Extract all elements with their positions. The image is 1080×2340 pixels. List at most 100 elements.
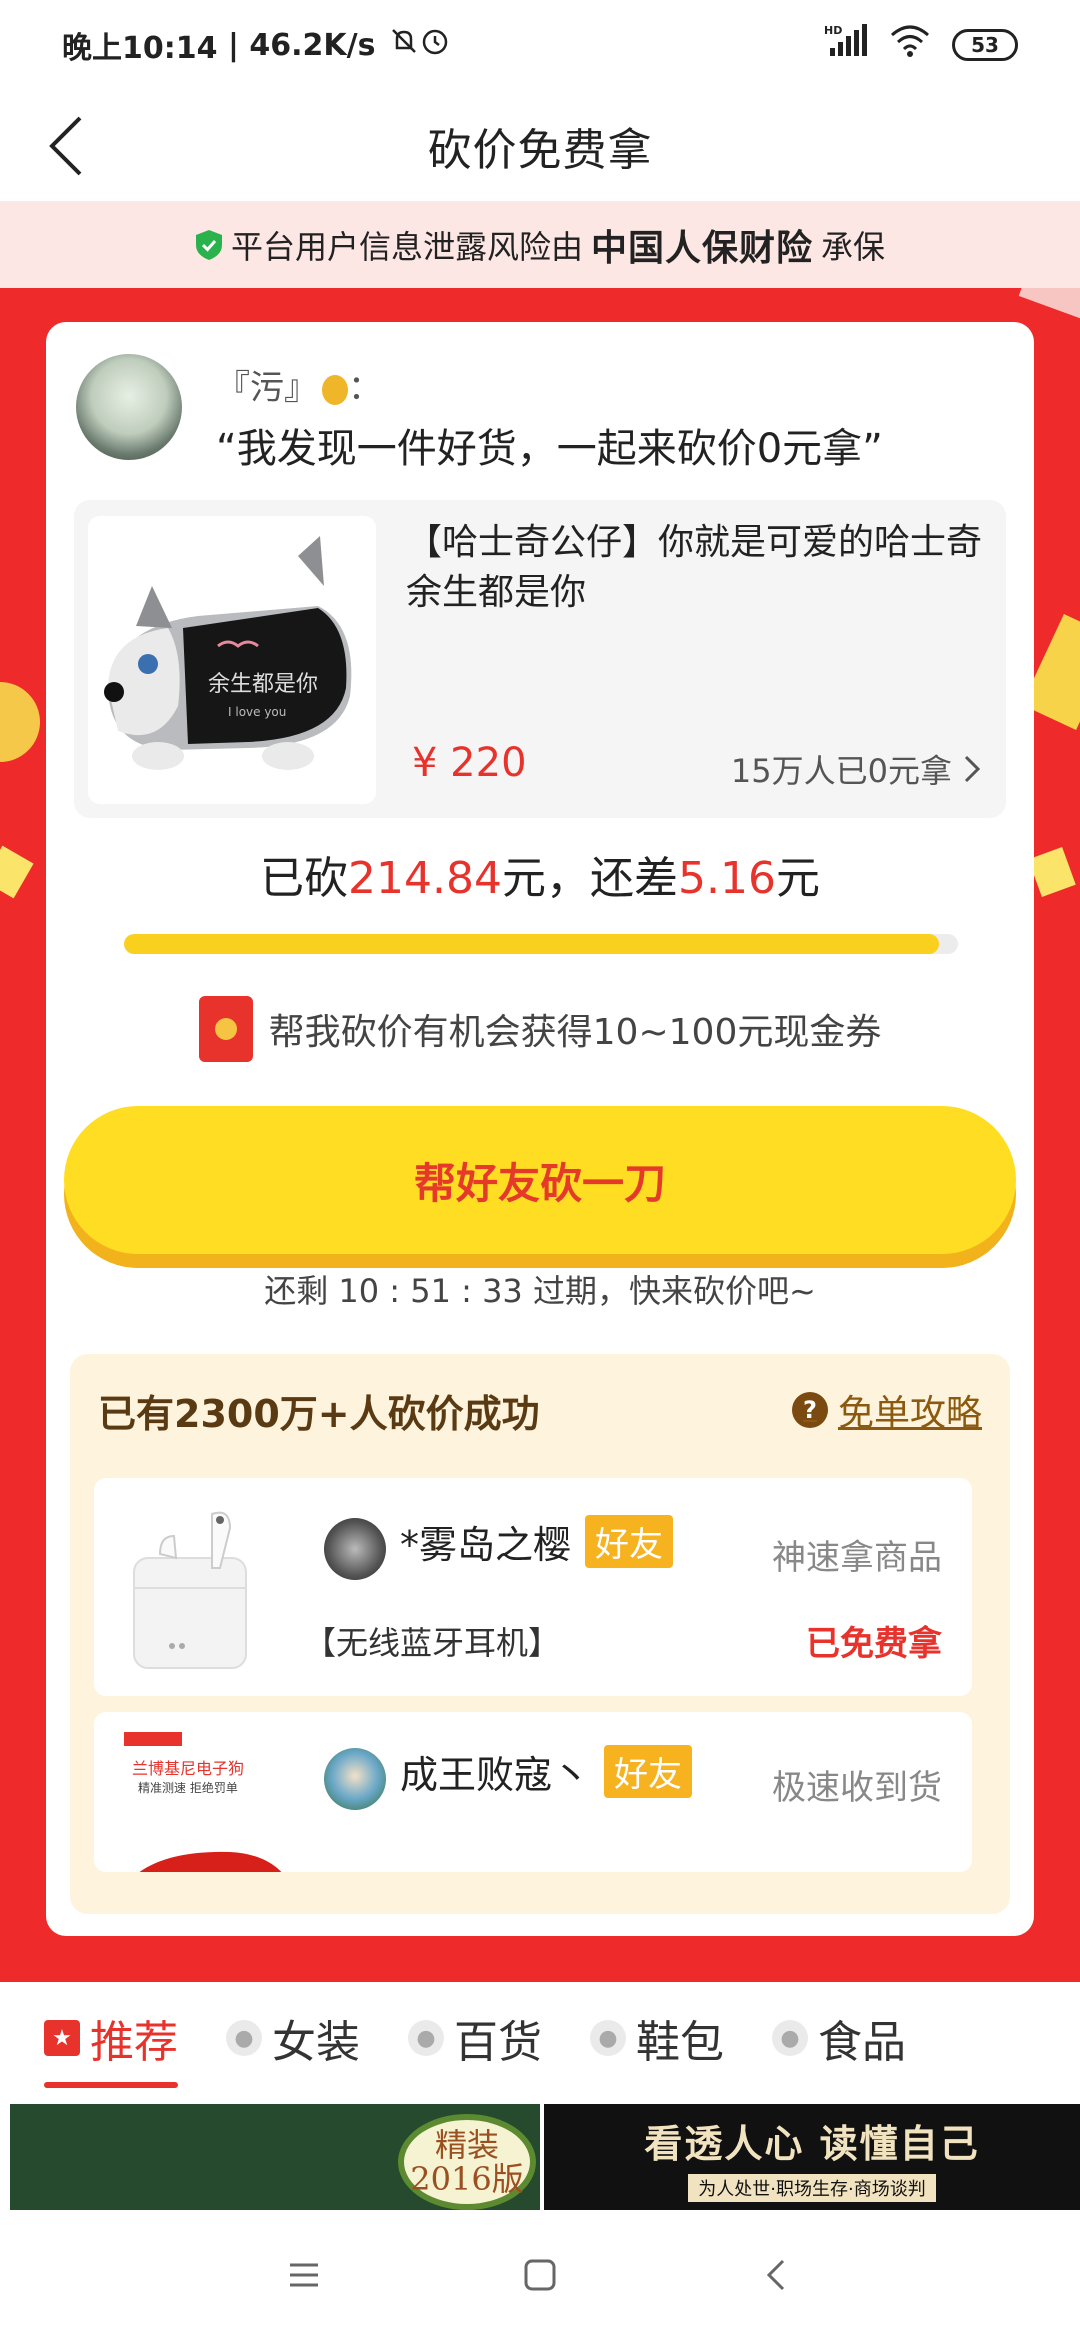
star-icon: ★ (44, 2020, 80, 2056)
product-title: 【哈士奇公仔】你就是可爱的哈士奇 余生都是你 (406, 522, 983, 613)
sold-count-link[interactable]: 15万人已0元拿 (731, 746, 980, 792)
speed-tag: 神速拿商品 (772, 1538, 942, 1578)
tab-label: 食品 (818, 2017, 906, 2068)
chevron-left-icon (766, 2259, 785, 2291)
page: 晚上10:14 | 46.2K/s HD 53 砍价免费拿 平台用户信息泄露风险… (0, 0, 1080, 2340)
svg-text:HD: HD (824, 24, 842, 37)
product-image: 余生都是你 I love you (88, 516, 376, 804)
inviter-name-row: 『污』 ： (216, 360, 382, 409)
svg-text:兰博基尼电子狗: 兰博基尼电子狗 (132, 1759, 244, 1778)
coupon-hint: 帮我砍价有机会获得10~100元现金券 (46, 996, 1034, 1062)
category-tabs: ★ 推荐 ● 女装 ● 百货 ● 鞋包 ● 食品 (0, 1982, 1080, 2094)
inviter-avatar (76, 354, 182, 460)
progress-suffix: 元 (775, 853, 820, 904)
system-nav-bar (0, 2210, 1080, 2340)
status-bar: 晚上10:14 | 46.2K/s HD 53 (0, 0, 1080, 90)
wifi-icon (890, 25, 930, 65)
tab-recommend[interactable]: ★ 推荐 (44, 1982, 178, 2094)
category-icon: ● (226, 2020, 262, 2056)
confetti-decoration (0, 845, 34, 899)
insurer-name: 中国人保财险 (590, 228, 813, 269)
help-bargain-button[interactable]: 帮好友砍一刀 (64, 1106, 1016, 1254)
category-icon: ● (408, 2020, 444, 2056)
question-icon: ? (791, 1392, 828, 1428)
battery-icon: 53 (952, 29, 1018, 61)
network-speed: 46.2K/s (249, 27, 376, 63)
board-header: 已有2300万+人砍价成功 ? 免单攻略 (98, 1380, 982, 1440)
signal-icon: HD (824, 24, 868, 66)
product-card[interactable]: 余生都是你 I love you 【哈士奇公仔】你就是可爱的哈士奇 余生都是你 … (74, 500, 1006, 818)
svg-text:I love you: I love you (228, 705, 286, 719)
inviter-name: 『污』 (216, 368, 318, 408)
avatar (324, 1518, 386, 1580)
shield-check-icon (195, 230, 222, 260)
category-icon: ● (590, 2020, 626, 2056)
inviter-quote: “我发现一件好货，一起来砍价0元拿” (216, 426, 883, 472)
radar-detector-image: 兰博基尼电子狗 精准测速 拒绝罚单 (120, 1730, 290, 1872)
inviter-section: 『污』 ： “我发现一件好货，一起来砍价0元拿” (76, 354, 1016, 484)
medal-icon (322, 374, 348, 405)
tab-women[interactable]: ● 女装 (226, 1982, 360, 2094)
menu-button[interactable] (276, 2247, 332, 2303)
chevron-right-icon (964, 755, 980, 783)
bargain-card: 『污』 ： “我发现一件好货，一起来砍价0元拿” 余生都是你 I love you (46, 322, 1034, 1936)
earbuds-image (120, 1496, 290, 1676)
speed-tag: 极速收到货 (772, 1768, 942, 1808)
progress-fill (124, 934, 939, 954)
product-banner[interactable]: 精装 2016版 看透人心 读懂自己 为人处世·职场生存·商场谈判 (0, 2104, 1080, 2210)
slogan-sub: 为人处世·职场生存·商场谈判 (688, 2173, 936, 2202)
guide-label: 免单攻略 (837, 1393, 982, 1434)
svg-text:精准测速 拒绝罚单: 精准测速 拒绝罚单 (138, 1780, 238, 1795)
slogan-main: 看透人心 读懂自己 (644, 2121, 980, 2166)
progress-mid: 元，还差 (502, 853, 678, 904)
tab-general[interactable]: ● 百货 (408, 1982, 542, 2094)
user-name: 成王败寇丶 (400, 1753, 591, 1797)
square-icon (524, 2259, 556, 2291)
confetti-decoration (1028, 847, 1076, 897)
board-title: 已有2300万+人砍价成功 (98, 1391, 540, 1436)
user-name-row: 成王败寇丶 好友 (400, 1744, 693, 1799)
tab-label: 推荐 (90, 2017, 178, 2068)
notice-text: 平台用户信息泄露风险由 (230, 228, 583, 266)
coupon-text: 帮我砍价有机会获得10~100元现金券 (268, 1012, 882, 1053)
alarm-icon (419, 25, 451, 65)
category-icon: ● (772, 2020, 808, 2056)
status-right: HD 53 (824, 24, 1018, 66)
tab-food[interactable]: ● 食品 (772, 1982, 906, 2094)
husky-plush-image: 余生都是你 I love you (104, 536, 352, 770)
badge-line2: 2016版 (410, 2160, 524, 2198)
book-slogan: 看透人心 读懂自己 为人处世·职场生存·商场谈判 (544, 2104, 1080, 2210)
badge-line1: 精装 (434, 2126, 499, 2164)
coin-decoration (0, 682, 40, 762)
insurance-notice: 平台用户信息泄露风险由 中国人保财险 承保 (0, 202, 1080, 288)
user-name: *雾岛之樱 (400, 1523, 572, 1567)
bargain-progress-bar (124, 934, 958, 954)
nav-back-button[interactable] (748, 2247, 804, 2303)
product-price: ¥ 220 (412, 740, 527, 786)
back-button[interactable] (36, 114, 96, 178)
bargain-progress-text: 已砍214.84元，还差5.16元 (46, 842, 1034, 906)
avatar (324, 1748, 386, 1810)
status-separator: | (217, 27, 250, 63)
user-name-row: *雾岛之樱 好友 (400, 1514, 674, 1569)
sold-count: 15万人已0元拿 (730, 752, 952, 790)
item-name: 【无线蓝牙耳机】 (304, 1624, 561, 1662)
tab-label: 鞋包 (636, 2017, 724, 2068)
page-title: 砍价免费拿 (427, 124, 653, 176)
list-item[interactable]: *雾岛之樱 好友 神速拿商品 【无线蓝牙耳机】 已免费拿 (94, 1478, 972, 1696)
tab-label: 百货 (454, 2017, 542, 2068)
menu-icon (290, 2263, 318, 2287)
tab-label: 女装 (272, 2017, 360, 2068)
status-time: 晚上10:14 (62, 31, 218, 66)
free-order-guide-link[interactable]: ? 免单攻略 (791, 1384, 982, 1436)
edition-badge: 精装 2016版 (398, 2114, 536, 2210)
progress-prefix: 已砍 (260, 853, 349, 904)
inviter-colon: ： (348, 368, 382, 408)
home-button[interactable] (512, 2247, 568, 2303)
success-board: 已有2300万+人砍价成功 ? 免单攻略 *雾岛之樱 好友 神速拿商品 【无线蓝… (70, 1354, 1010, 1914)
tab-bags[interactable]: ● 鞋包 (590, 1982, 724, 2094)
title-bar: 砍价免费拿 (0, 90, 1080, 202)
claim-status: 已免费拿 (806, 1624, 942, 1664)
list-item[interactable]: 兰博基尼电子狗 精准测速 拒绝罚单 成王败寇丶 好友 极速收到货 (94, 1712, 972, 1872)
svg-text:余生都是你: 余生都是你 (208, 672, 318, 697)
